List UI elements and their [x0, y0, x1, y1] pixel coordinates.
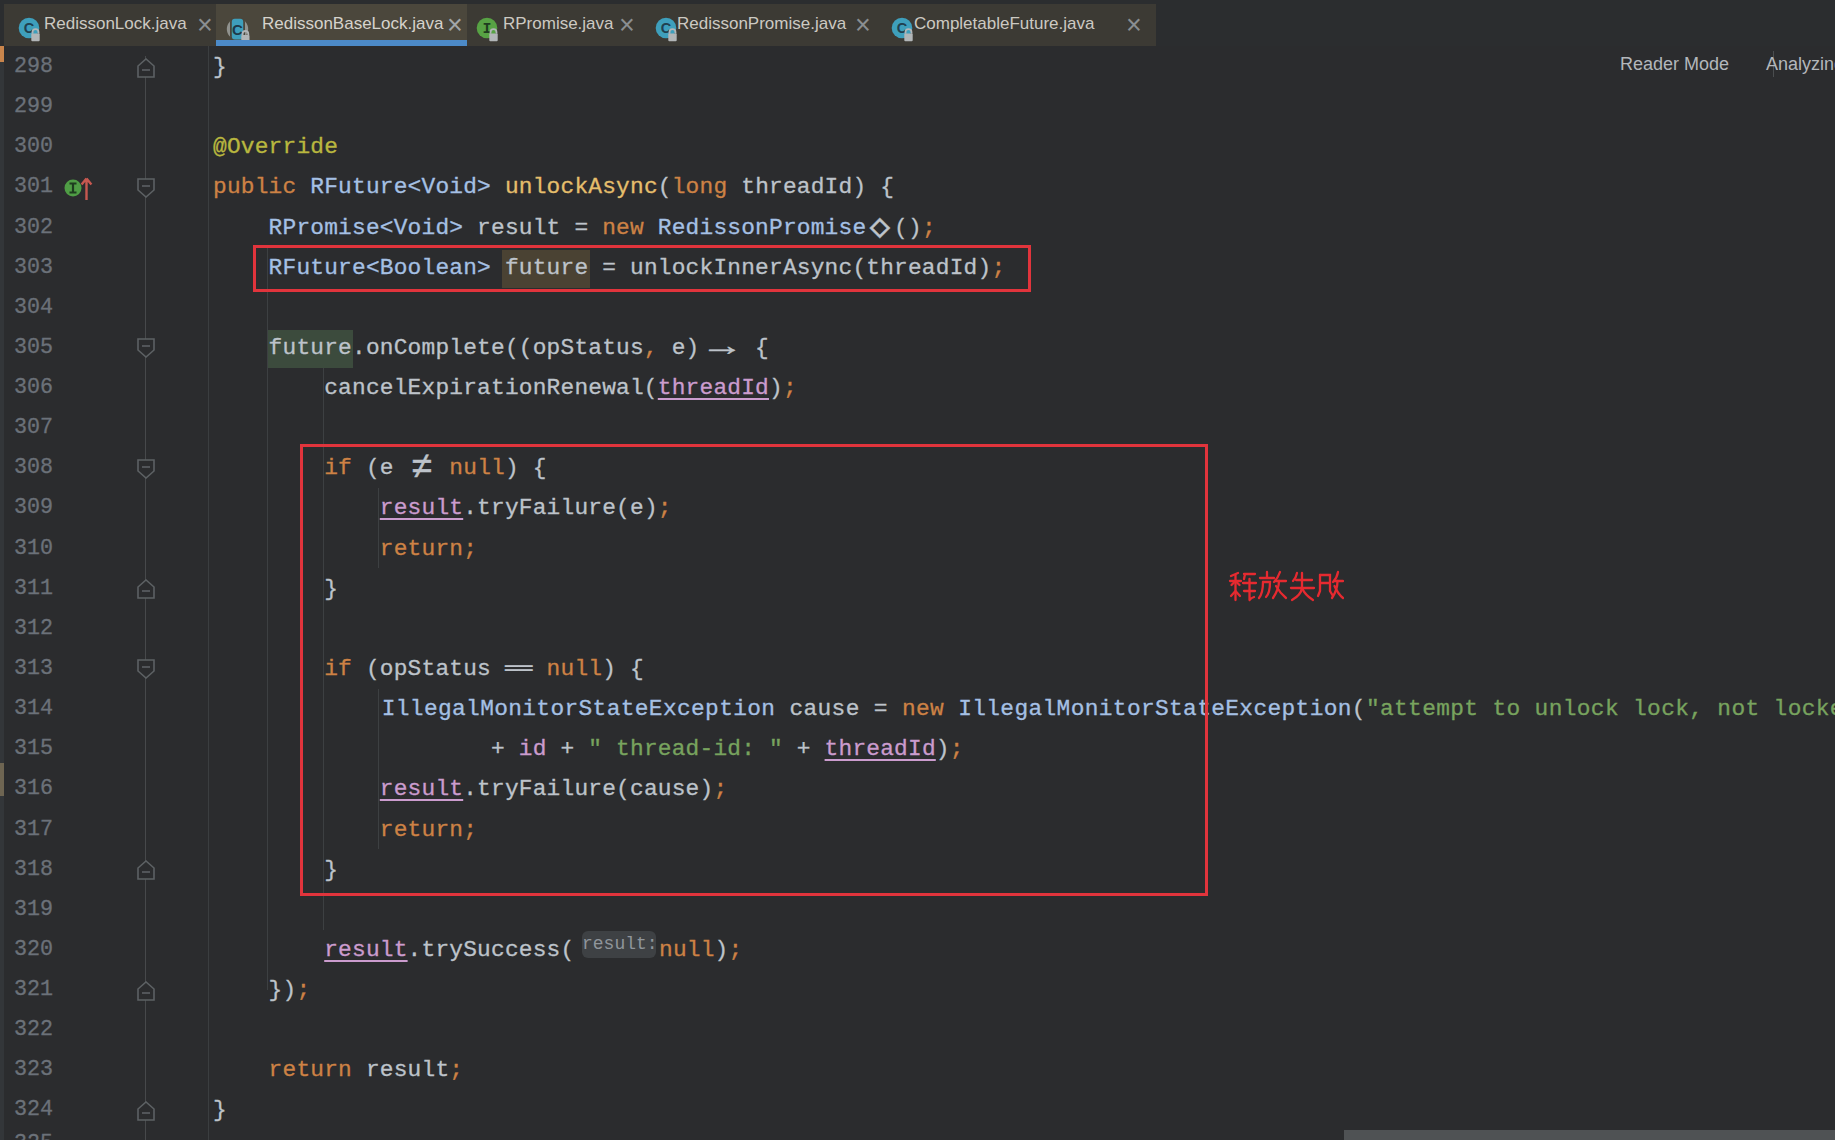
svg-text:C: C	[232, 21, 243, 38]
